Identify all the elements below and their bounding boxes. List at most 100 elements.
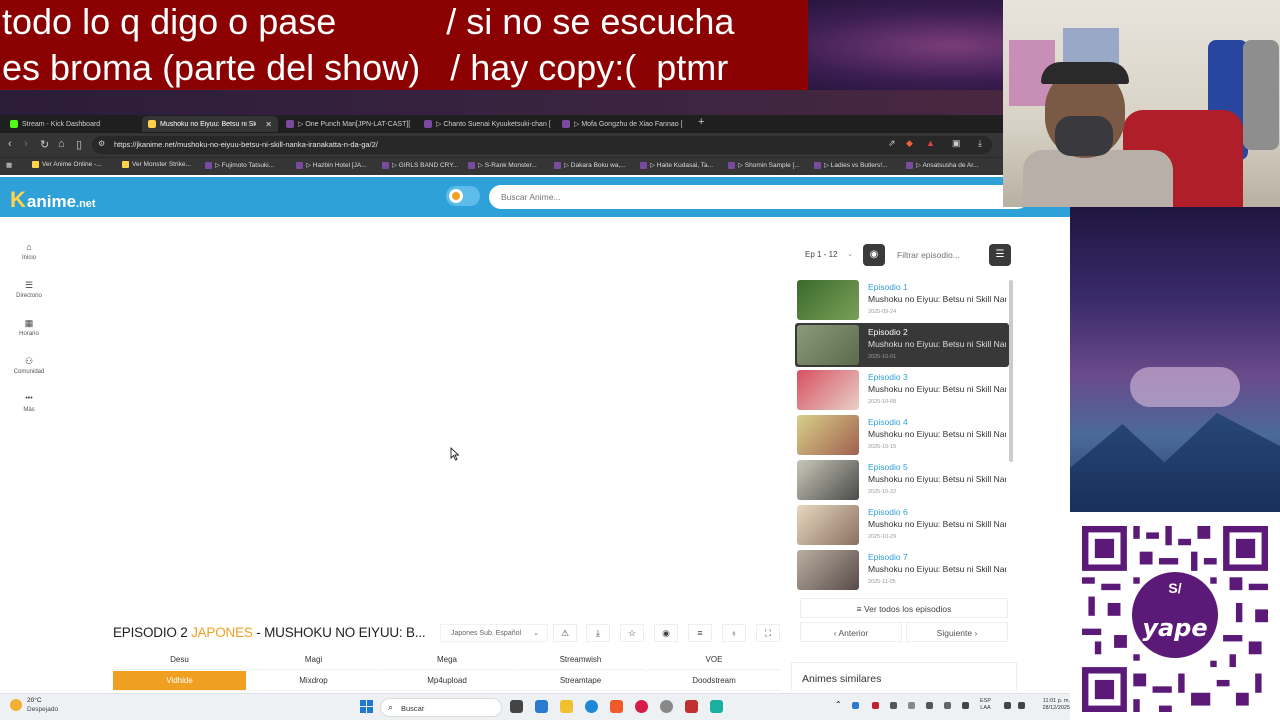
server-streamtape[interactable]: Streamtape (514, 671, 647, 691)
wifi-icon[interactable] (1004, 702, 1011, 709)
clock[interactable]: 11:01 p. m. 28/12/2025 (1032, 698, 1070, 712)
tab-kick-dashboard[interactable]: Stream - Kick Dashboard (4, 116, 142, 132)
episode-item[interactable]: Episodio 5 Mushoku no Eiyuu: Betsu ni Sk… (795, 458, 1009, 502)
bookmark-item[interactable]: ▷ Shomin Sample [... (728, 161, 800, 169)
previous-episode-button[interactable]: ‹ Anterior (800, 622, 902, 642)
tab-mushoku[interactable]: Mushoku no Eiyuu: Betsu ni Skill ✕ (142, 116, 278, 132)
episode-filter-input[interactable] (891, 244, 983, 266)
mark-seen-button[interactable]: ◉ (654, 624, 678, 642)
server-mp4upload[interactable]: Mp4upload (381, 671, 513, 691)
anime-search-input[interactable] (501, 189, 981, 205)
app-icon[interactable] (710, 700, 723, 713)
share-icon[interactable]: ⇗ (888, 138, 896, 149)
tray-app-icon[interactable] (944, 702, 951, 709)
rewards-icon[interactable]: ▲ (926, 138, 935, 148)
download-icon[interactable]: ⤓ (978, 138, 982, 149)
tray-app-icon[interactable] (872, 702, 879, 709)
site-settings-icon[interactable]: ⚙ (98, 139, 105, 148)
bookmark-item[interactable]: Ver Anime Online -... (32, 161, 102, 168)
fullscreen-button[interactable]: ⛶ (756, 624, 780, 642)
all-episodes-button[interactable]: ≡ Ver todos los episodios (800, 598, 1008, 618)
bluetooth-icon[interactable] (852, 702, 859, 709)
lights-button[interactable]: ♁ (722, 624, 746, 642)
toggle-seen-button[interactable]: ◉ (863, 244, 885, 266)
bookmark-item[interactable]: ▷ Ladies vs Butlers!... (814, 161, 888, 169)
bookmark-item[interactable]: Ver Monster Strike... (122, 161, 191, 168)
tab-chanto-suenai[interactable]: ▷ Chanto Suenai Kyuuketsuki-chan [ (418, 116, 556, 132)
server-vidhide[interactable]: Vidhide (113, 671, 246, 691)
favorite-button[interactable]: ☆ (620, 624, 644, 642)
tray-app-icon[interactable] (890, 702, 897, 709)
episode-item[interactable]: Episodio 3 Mushoku no Eiyuu: Betsu ni Sk… (795, 368, 1009, 412)
forward-icon[interactable]: › (24, 138, 28, 150)
tray-app-icon[interactable] (926, 702, 933, 709)
app-icon[interactable] (535, 700, 548, 713)
next-episode-button[interactable]: Siguiente › (906, 622, 1008, 642)
tab-mofa-gongzhu[interactable]: ▷ Mofa Gongzhu de Xiao Fannao [ (556, 116, 694, 132)
file-explorer-icon[interactable] (560, 700, 573, 713)
theme-toggle[interactable] (446, 186, 480, 206)
brave-icon[interactable] (610, 700, 623, 713)
bookmark-item[interactable]: ▷ Fujimoto Tatsuki... (205, 161, 274, 169)
weather-description[interactable]: Despejado (27, 706, 58, 713)
episode-list-scrollbar[interactable] (1009, 280, 1013, 462)
weather-temperature[interactable]: 20°C (27, 697, 42, 704)
episode-item[interactable]: Episodio 7 Mushoku no Eiyuu: Betsu ni Sk… (795, 548, 1009, 592)
reload-icon[interactable]: ↻ (40, 138, 49, 151)
chevron-up-icon[interactable]: ⌃ (835, 700, 842, 709)
app-icon[interactable] (685, 700, 698, 713)
home-icon[interactable]: ⌂ (58, 138, 65, 150)
taskbar-search[interactable]: ⌕ Buscar (380, 698, 502, 717)
windows-start-icon[interactable] (360, 700, 374, 714)
sidebar-item-horario[interactable]: ▦ Horario (8, 318, 50, 337)
report-button[interactable]: ⚠ (553, 624, 577, 642)
edge-icon[interactable] (585, 700, 598, 713)
tab-one-punch-man[interactable]: ▷ One Punch Man[JPN-LAT-CAST][ (280, 116, 418, 132)
anime-search-box[interactable] (489, 185, 1029, 209)
server-streamwish[interactable]: Streamwish (514, 650, 647, 670)
video-player[interactable] (113, 228, 780, 608)
sidebar-item-comunidad[interactable]: ⚇ Comunidad (8, 356, 50, 375)
audio-language-select[interactable]: Japones Sub. Español ⌄ (440, 624, 548, 642)
url-text[interactable]: https://jkanime.net/mushoku-no-eiyuu-bet… (114, 140, 378, 149)
back-icon[interactable]: ‹ (8, 138, 12, 150)
tray-app-icon[interactable] (908, 702, 915, 709)
sidebar-toggle-icon[interactable]: ▣ (952, 138, 961, 149)
apps-icon[interactable]: ▦ (6, 161, 12, 169)
volume-icon[interactable] (1018, 702, 1025, 709)
bookmark-item[interactable]: ▷ Haite Kudasai, Ta... (640, 161, 713, 169)
sidebar-item-inicio[interactable]: ⌂ Inicio (8, 242, 50, 261)
server-mixdrop[interactable]: Mixdrop (247, 671, 380, 691)
weather-icon[interactable] (10, 699, 22, 711)
bookmark-icon[interactable]: ▯ (76, 138, 82, 151)
bookmark-item[interactable]: ▷ Hazbin Hotel [JA... (296, 161, 367, 169)
server-doodstream[interactable]: Doodstream (648, 671, 780, 691)
episode-item[interactable]: Episodio 1 Mushoku no Eiyuu: Betsu ni Sk… (795, 278, 1009, 322)
server-magi[interactable]: Magi (247, 650, 380, 670)
bookmark-item[interactable]: ▷ GIRLS BAND CRY... (382, 161, 458, 169)
sort-episodes-button[interactable]: ☰ (989, 244, 1011, 266)
download-button[interactable]: ⤓ (586, 624, 610, 642)
episode-item[interactable]: Episodio 6 Mushoku no Eiyuu: Betsu ni Sk… (795, 503, 1009, 547)
input-language[interactable]: ESP LAA (980, 698, 991, 712)
sidebar-item-directorio[interactable]: ☰ Directorio (8, 280, 50, 299)
playlist-button[interactable]: ≡ (688, 624, 712, 642)
sidebar-item-mas[interactable]: ••• Más (8, 394, 50, 413)
site-logo[interactable]: K anime .net (10, 187, 96, 213)
server-voe[interactable]: VOE (648, 650, 780, 670)
task-view-icon[interactable] (510, 700, 523, 713)
obs-icon[interactable] (660, 700, 673, 713)
new-tab-button[interactable]: + (698, 116, 704, 128)
episode-item[interactable]: Episodio 4 Mushoku no Eiyuu: Betsu ni Sk… (795, 413, 1009, 457)
close-icon[interactable]: ✕ (265, 120, 272, 129)
opera-icon[interactable] (635, 700, 648, 713)
microphone-icon[interactable] (962, 702, 969, 709)
episode-item-active[interactable]: Episodio 2 Mushoku no Eiyuu: Betsu ni Sk… (795, 323, 1009, 367)
server-mega[interactable]: Mega (381, 650, 513, 670)
episode-range-select[interactable]: Ep 1 - 12 ⌄ (791, 244, 859, 266)
server-desu[interactable]: Desu (113, 650, 246, 670)
bookmark-item[interactable]: ▷ Ansatsusha de Ar... (906, 161, 978, 169)
bookmark-item[interactable]: ▷ Dakara Boku wa,... (554, 161, 626, 169)
bookmark-item[interactable]: ▷ S-Rank Monster... (468, 161, 537, 169)
brave-shield-icon[interactable]: ◆ (906, 138, 913, 149)
